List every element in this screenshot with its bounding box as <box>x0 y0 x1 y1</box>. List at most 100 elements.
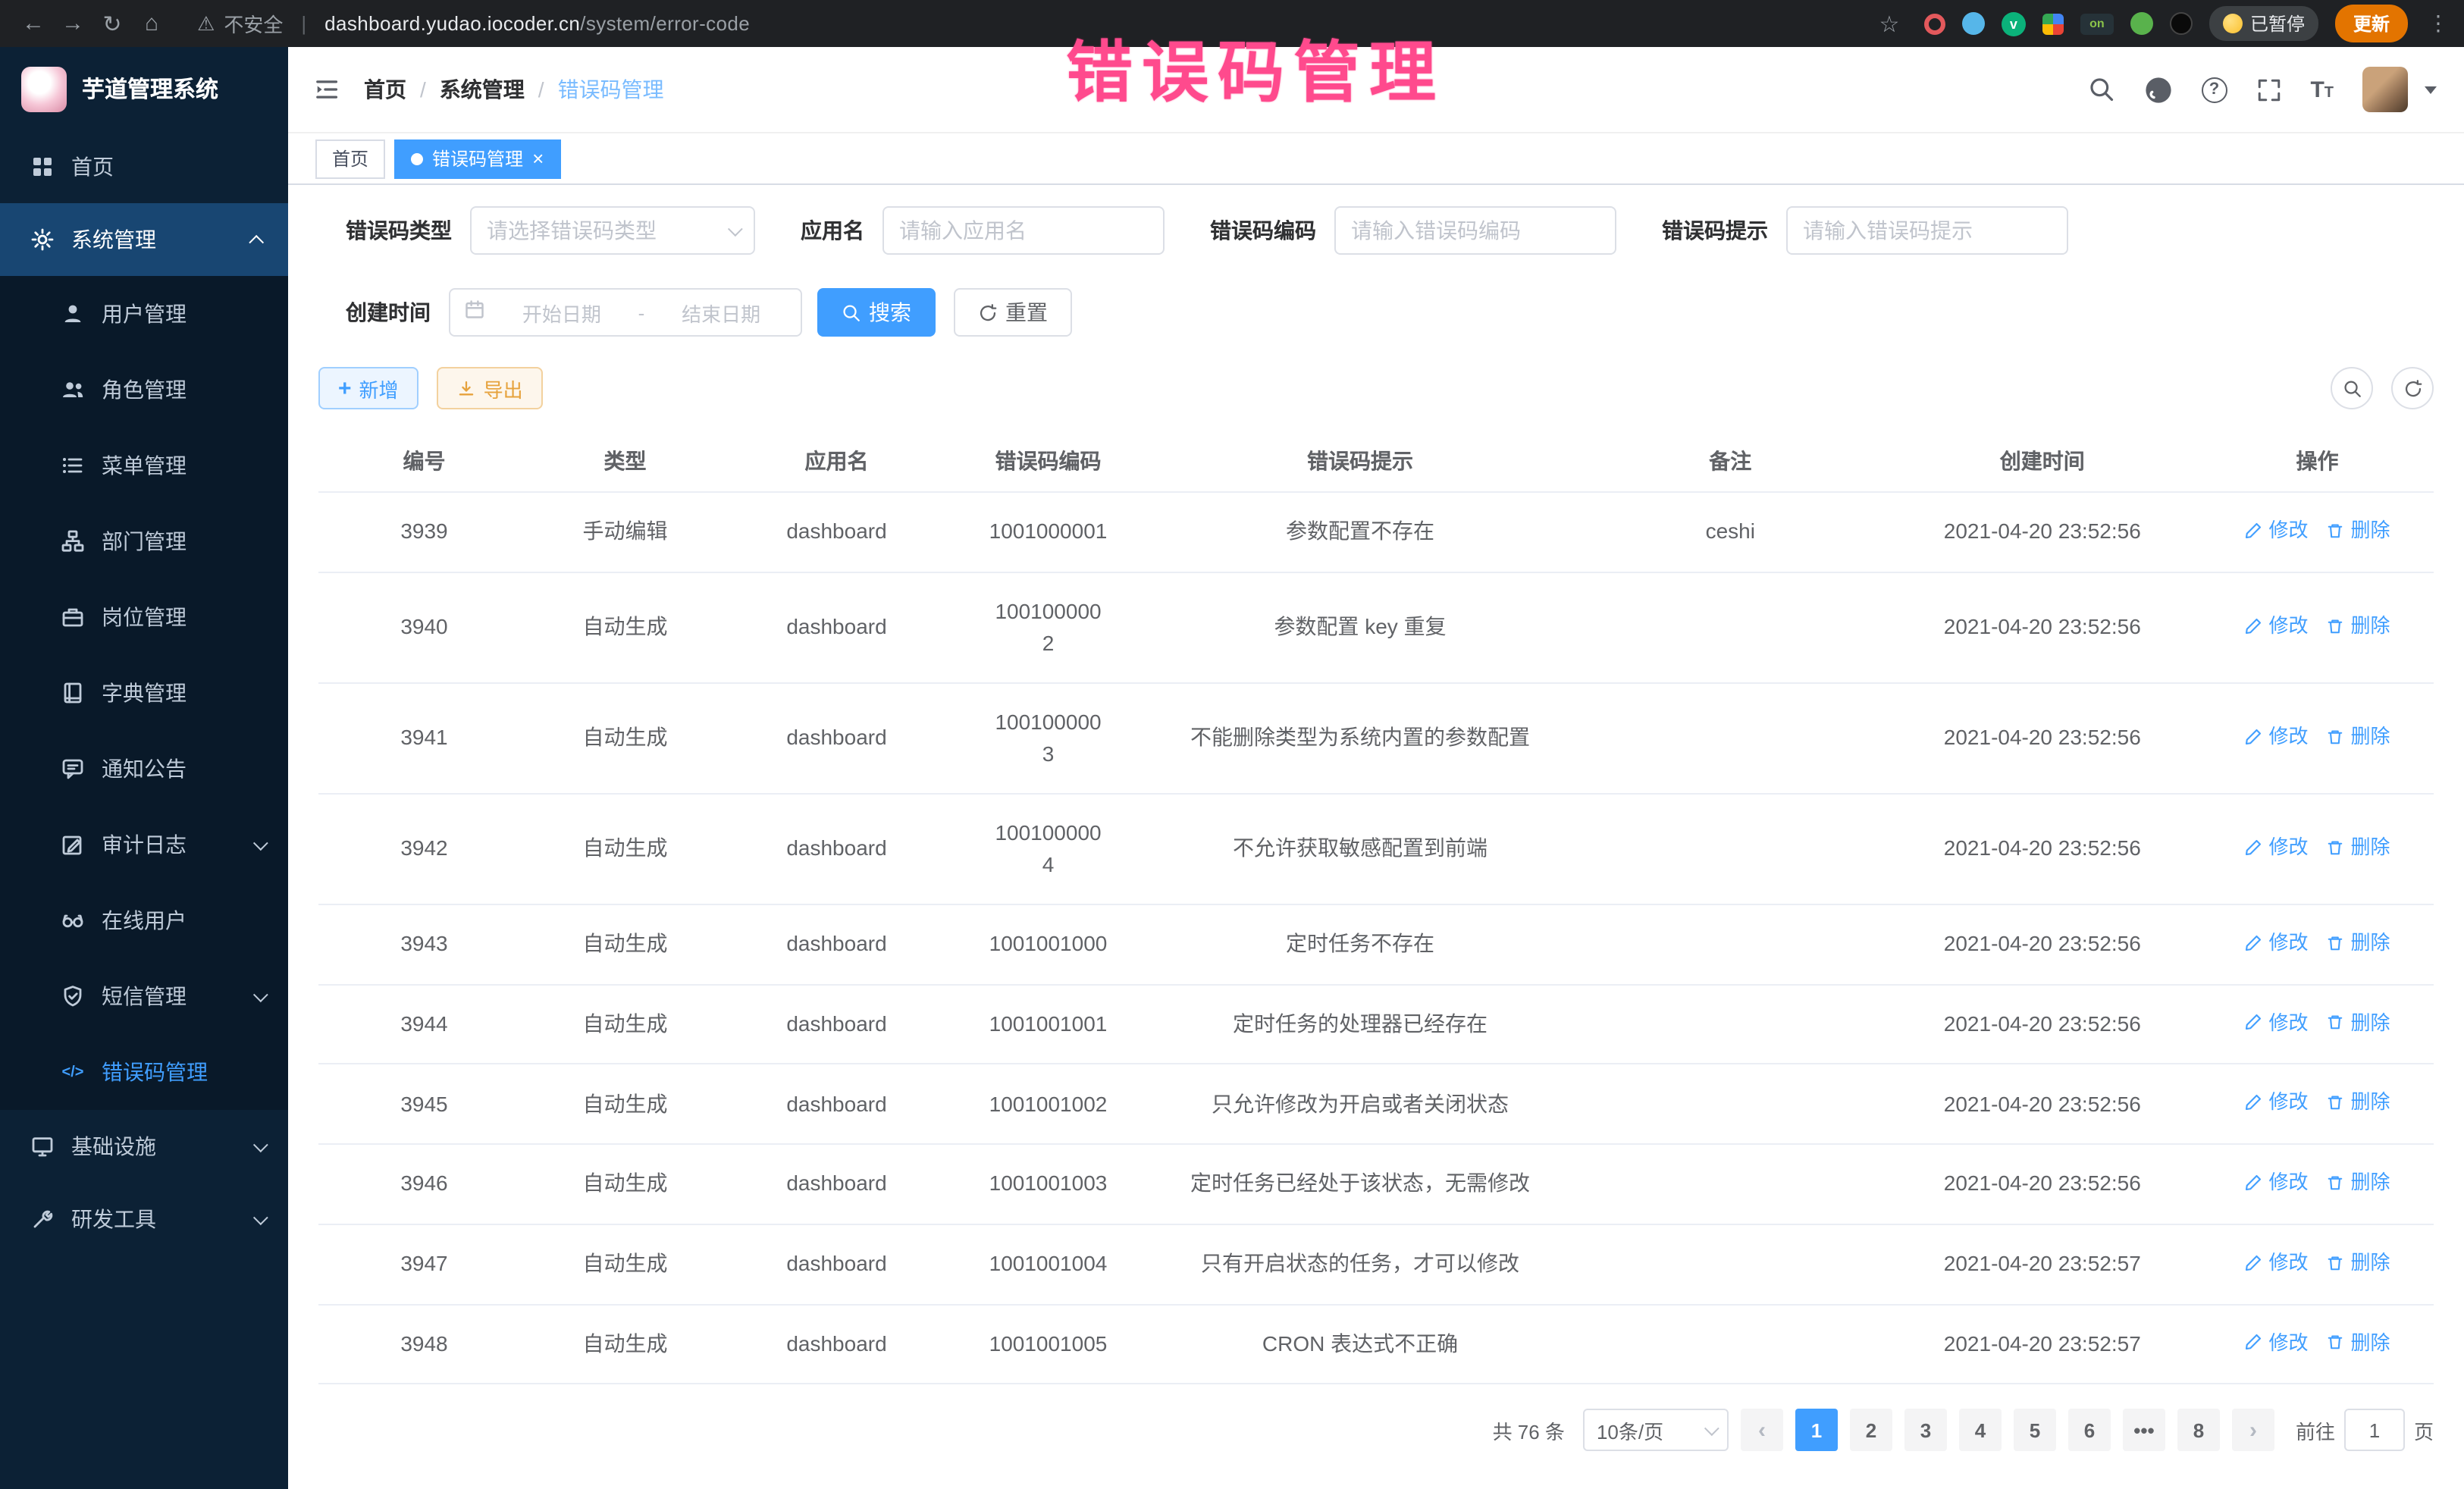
sidebar-item-home[interactable]: 首页 <box>0 130 288 203</box>
sidebar-item-error-codes[interactable]: </> 错误码管理 <box>0 1034 288 1110</box>
site-security[interactable]: ⚠ 不安全 <box>197 9 283 38</box>
delete-link[interactable]: 删除 <box>2327 516 2390 545</box>
app-logo[interactable]: 芋道管理系统 <box>0 47 288 130</box>
address-bar[interactable]: dashboard.yudao.iocoder.cn/system/error-… <box>324 12 750 35</box>
sidebar-item-infrastructure[interactable]: 基础设施 <box>0 1110 288 1183</box>
page-button-5[interactable]: 5 <box>2014 1409 2056 1452</box>
tab-label: 首页 <box>332 146 368 171</box>
browser-back-icon[interactable]: ← <box>15 5 52 42</box>
page-button-4[interactable]: 4 <box>1959 1409 2002 1452</box>
extension-icon-grid[interactable] <box>2042 13 2064 34</box>
page-button-3[interactable]: 3 <box>1904 1409 1947 1452</box>
page-button-6[interactable]: 6 <box>2068 1409 2111 1452</box>
browser-reload-icon[interactable]: ↻ <box>94 5 130 42</box>
sidebar-item-audit-log[interactable]: 审计日志 <box>0 807 288 882</box>
page-button-8[interactable]: 8 <box>2177 1409 2220 1452</box>
font-size-icon[interactable]: TT <box>2310 78 2334 101</box>
avatar-dropdown-icon[interactable] <box>2425 86 2437 93</box>
extension-icon-blue-drop[interactable] <box>1962 12 1985 35</box>
extension-icon-on-switch[interactable]: on <box>2080 13 2114 34</box>
edit-link[interactable]: 修改 <box>2244 1168 2308 1197</box>
avatar[interactable] <box>2362 67 2408 112</box>
edit-link[interactable]: 修改 <box>2244 1328 2308 1357</box>
sidebar-item-online-users[interactable]: 在线用户 <box>0 882 288 958</box>
search-button[interactable]: 搜索 <box>817 288 936 337</box>
sidebar-item-notices[interactable]: 通知公告 <box>0 731 288 807</box>
paused-badge[interactable]: 已暂停 <box>2209 6 2318 41</box>
prev-page-button[interactable]: ‹ <box>1741 1409 1783 1452</box>
fullscreen-icon[interactable] <box>2256 77 2281 102</box>
sidebar-item-dictionary[interactable]: 字典管理 <box>0 655 288 731</box>
sidebar-item-roles[interactable]: 角色管理 <box>0 352 288 428</box>
edit-link[interactable]: 修改 <box>2244 722 2308 751</box>
reset-button[interactable]: 重置 <box>954 288 1072 337</box>
logo-image <box>21 66 67 111</box>
error-code-input[interactable] <box>1334 206 1616 255</box>
sidebar-item-users[interactable]: 用户管理 <box>0 276 288 352</box>
delete-link[interactable]: 删除 <box>2327 1008 2390 1037</box>
browser-menu-icon[interactable]: ⋮ <box>2428 11 2449 36</box>
next-page-button[interactable]: › <box>2232 1409 2274 1452</box>
edit-link[interactable]: 修改 <box>2244 1008 2308 1037</box>
search-icon[interactable] <box>2087 76 2114 103</box>
filter-error-message: 错误码提示 <box>1662 206 2068 255</box>
browser-home-icon[interactable]: ⌂ <box>133 5 170 42</box>
select-placeholder: 请选择错误码类型 <box>487 215 657 246</box>
edit-link[interactable]: 修改 <box>2244 1088 2308 1118</box>
edit-link[interactable]: 修改 <box>2244 516 2308 545</box>
update-browser-button[interactable]: 更新 <box>2335 5 2408 42</box>
close-tab-icon[interactable]: × <box>532 149 544 168</box>
sidebar-item-dev-tools[interactable]: 研发工具 <box>0 1183 288 1255</box>
add-button[interactable]: + 新增 <box>318 367 419 409</box>
browser-forward-icon[interactable]: → <box>55 5 91 42</box>
total-count: 共 76 条 <box>1493 1416 1565 1445</box>
delete-link[interactable]: 删除 <box>2327 928 2390 958</box>
extension-icon-green[interactable] <box>2130 12 2153 35</box>
delete-link[interactable]: 删除 <box>2327 1248 2390 1277</box>
filter-row-2: 创建时间 开始日期 - 结束日期 搜索 重置 <box>346 288 2434 337</box>
extension-icon-green-check[interactable]: v <box>2002 11 2026 36</box>
help-icon[interactable]: ? <box>2201 77 2227 102</box>
delete-link[interactable]: 删除 <box>2327 611 2390 641</box>
col-type: 类型 <box>530 431 720 492</box>
delete-link[interactable]: 删除 <box>2327 1088 2390 1118</box>
sidebar-item-sms[interactable]: 短信管理 <box>0 958 288 1034</box>
delete-link[interactable]: 删除 <box>2327 832 2390 862</box>
tab-error-codes[interactable]: 错误码管理 × <box>394 139 560 178</box>
delete-link[interactable]: 删除 <box>2327 1168 2390 1197</box>
extension-icon-paw[interactable] <box>2170 12 2193 35</box>
reset-button-label: 重置 <box>1005 297 1048 328</box>
emoji-face-icon <box>2223 14 2243 33</box>
page-size-select[interactable]: 10条/页 <box>1583 1409 1729 1452</box>
breadcrumb-home[interactable]: 首页 <box>364 74 406 105</box>
page-button-2[interactable]: 2 <box>1850 1409 1892 1452</box>
edit-link[interactable]: 修改 <box>2244 1248 2308 1277</box>
sidebar-item-system[interactable]: 系统管理 <box>0 203 288 276</box>
tab-home[interactable]: 首页 <box>315 139 385 178</box>
error-message-input[interactable] <box>1786 206 2068 255</box>
screen: ← → ↻ ⌂ ⚠ 不安全 | dashboard.yudao.iocoder.… <box>0 0 2464 1489</box>
sidebar-item-departments[interactable]: 部门管理 <box>0 503 288 579</box>
export-button[interactable]: 导出 <box>437 367 543 409</box>
extension-icon-red-ring[interactable] <box>1924 13 1945 34</box>
bookmark-star-icon[interactable]: ☆ <box>1871 5 1908 42</box>
chevron-down-icon <box>253 1136 268 1152</box>
github-icon[interactable] <box>2143 75 2172 104</box>
delete-link[interactable]: 删除 <box>2327 1328 2390 1357</box>
edit-link[interactable]: 修改 <box>2244 611 2308 641</box>
edit-link[interactable]: 修改 <box>2244 832 2308 862</box>
app-name-input[interactable] <box>882 206 1165 255</box>
goto-page-input[interactable] <box>2344 1409 2405 1452</box>
more-pages-button[interactable]: ••• <box>2123 1409 2165 1452</box>
edit-link[interactable]: 修改 <box>2244 928 2308 958</box>
sidebar-item-menus[interactable]: 菜单管理 <box>0 428 288 503</box>
refresh-icon[interactable] <box>2391 367 2434 409</box>
collapse-sidebar-icon[interactable] <box>288 76 364 103</box>
delete-link[interactable]: 删除 <box>2327 722 2390 751</box>
breadcrumb-system[interactable]: 系统管理 <box>440 74 525 105</box>
date-range-picker[interactable]: 开始日期 - 结束日期 <box>449 288 802 337</box>
error-type-select[interactable]: 请选择错误码类型 <box>470 206 755 255</box>
page-button-1[interactable]: 1 <box>1795 1409 1838 1452</box>
toggle-search-icon[interactable] <box>2331 367 2373 409</box>
sidebar-item-positions[interactable]: 岗位管理 <box>0 579 288 655</box>
